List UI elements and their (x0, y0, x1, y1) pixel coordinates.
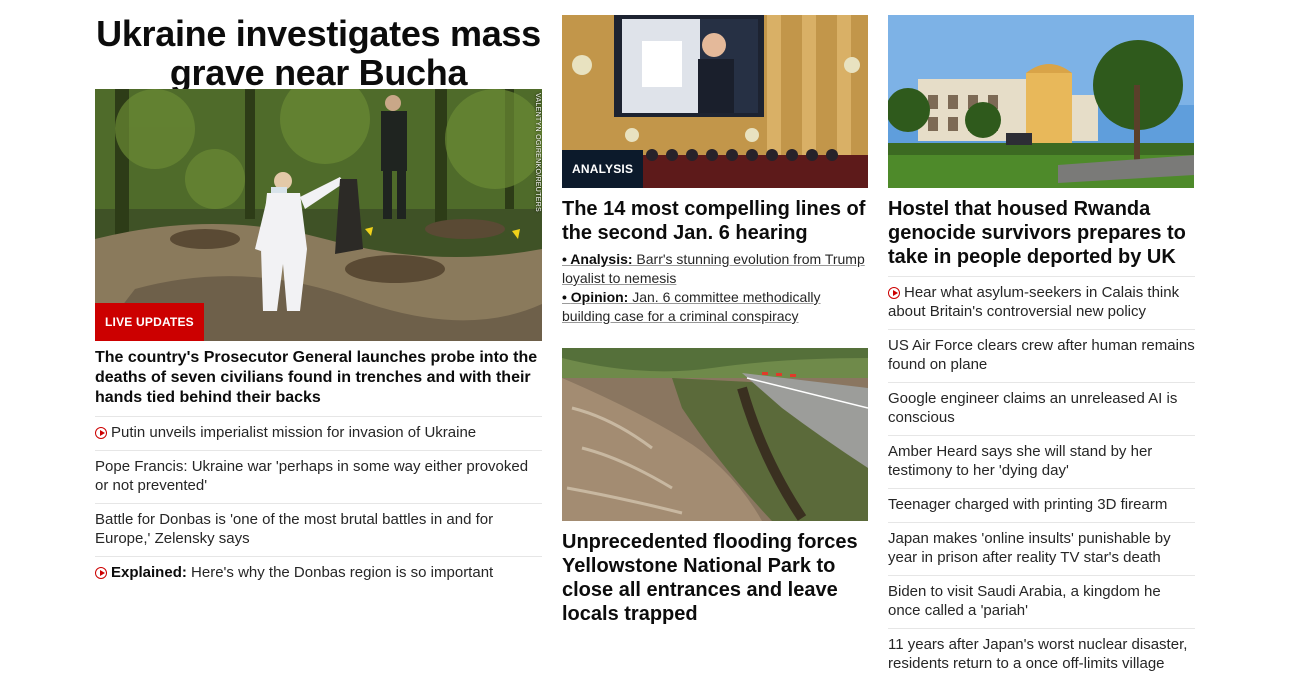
main-story-related-list: Putin unveils imperialist mission for in… (95, 416, 542, 590)
yellowstone-flood-photo[interactable] (562, 348, 868, 521)
list-item[interactable]: 11 years after Japan's worst nuclear dis… (888, 628, 1195, 681)
jan6-sub-links: • Analysis: Barr's stunning evolution fr… (562, 250, 868, 326)
list-item[interactable]: Teenager charged with printing 3D firear… (888, 488, 1195, 522)
list-item[interactable]: Biden to visit Saudi Arabia, a kingdom h… (888, 575, 1195, 628)
rwanda-headline[interactable]: Hostel that housed Rwanda genocide survi… (888, 188, 1195, 269)
flood-headline[interactable]: Unprecedented flooding forces Yellowston… (562, 521, 868, 626)
related-link[interactable]: Explained: Here's why the Donbas region … (95, 556, 542, 590)
main-story-lede[interactable]: The country's Prosecutor General launche… (95, 341, 542, 408)
list-item[interactable]: Japan makes 'online insults' punishable … (888, 522, 1195, 575)
analysis-badge[interactable]: ANALYSIS (562, 150, 644, 188)
related-link[interactable]: Battle for Donbas is 'one of the most br… (95, 503, 542, 556)
rwanda-hostel-photo[interactable] (888, 15, 1194, 188)
bucha-photo[interactable]: VALENTYN OGIRENKO/REUTERS LIVE UPDATES (95, 89, 542, 341)
play-video-icon (888, 287, 900, 299)
middle-column: ANALYSIS The 14 most compelling lines of… (562, 0, 868, 626)
rwanda-photo-illustration (888, 15, 1194, 188)
jan6-analysis-link[interactable]: • Analysis: Barr's stunning evolution fr… (562, 250, 868, 288)
jan6-hearing-photo[interactable]: ANALYSIS (562, 15, 868, 188)
main-headline[interactable]: Ukraine investigates mass grave near Buc… (95, 0, 542, 92)
related-link[interactable]: Pope Francis: Ukraine war 'perhaps in so… (95, 450, 542, 503)
flood-photo-illustration (562, 348, 868, 521)
main-story: Ukraine investigates mass grave near Buc… (95, 0, 542, 590)
list-item[interactable]: US Air Force clears crew after human rem… (888, 329, 1195, 382)
jan6-headline[interactable]: The 14 most compelling lines of the seco… (562, 188, 868, 245)
jan6-opinion-link[interactable]: • Opinion: Jan. 6 committee methodically… (562, 288, 868, 326)
play-video-icon (95, 427, 107, 439)
right-column: Hostel that housed Rwanda genocide survi… (888, 0, 1195, 681)
live-updates-badge[interactable]: LIVE UPDATES (95, 303, 204, 341)
list-item[interactable]: Hear what asylum-seekers in Calais think… (888, 276, 1195, 329)
related-link[interactable]: Putin unveils imperialist mission for in… (95, 416, 542, 450)
list-item[interactable]: Google engineer claims an unreleased AI … (888, 382, 1195, 435)
photo-credit: VALENTYN OGIRENKO/REUTERS (534, 93, 541, 213)
list-item[interactable]: Amber Heard says she will stand by her t… (888, 435, 1195, 488)
right-column-link-list: Hear what asylum-seekers in Calais think… (888, 276, 1195, 681)
play-video-icon (95, 567, 107, 579)
